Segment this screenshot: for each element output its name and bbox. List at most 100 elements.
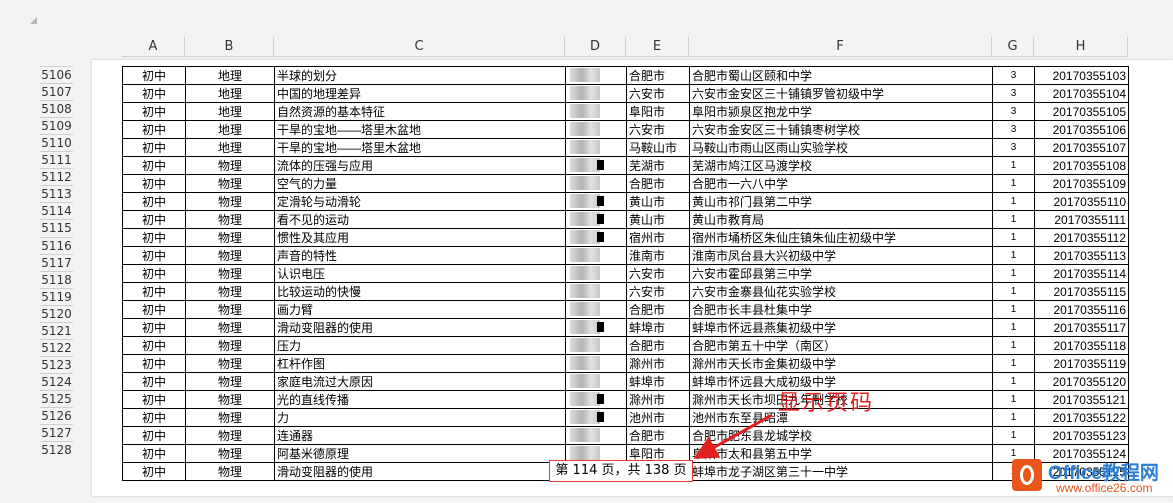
cell-d[interactable]	[565, 120, 627, 139]
cell-d[interactable]	[565, 66, 627, 85]
cell-f[interactable]: 马鞍山市雨山区雨山实验学校	[689, 138, 993, 157]
cell-c[interactable]: 惯性及其应用	[274, 228, 566, 247]
cell-g[interactable]: 1	[992, 408, 1035, 427]
cell-f[interactable]: 六安市金寨县仙花实验学校	[689, 282, 993, 301]
cell-b[interactable]: 物理	[185, 318, 275, 337]
select-all-corner[interactable]	[30, 17, 37, 24]
column-header-c[interactable]: C	[274, 37, 565, 57]
cell-c[interactable]: 力	[274, 408, 566, 427]
cell-c[interactable]: 家庭电流过大原因	[274, 372, 566, 391]
cell-f[interactable]: 合肥市第五十中学（南区）	[689, 336, 993, 355]
row-header[interactable]: 5114	[40, 202, 73, 220]
cell-b[interactable]: 地理	[185, 102, 275, 121]
cell-a[interactable]: 初中	[122, 408, 186, 427]
cell-g[interactable]: 1	[992, 300, 1035, 319]
column-header-h[interactable]: H	[1034, 37, 1128, 57]
cell-b[interactable]: 物理	[185, 300, 275, 319]
cell-f[interactable]: 芜湖市鸠江区马渡学校	[689, 156, 993, 175]
cell-d[interactable]	[565, 84, 627, 103]
row-header[interactable]: 5112	[40, 168, 73, 186]
row-header[interactable]: 5111	[40, 151, 73, 169]
cell-f[interactable]: 合肥市一六八中学	[689, 174, 993, 193]
cell-c[interactable]: 定滑轮与动滑轮	[274, 192, 566, 211]
cell-b[interactable]: 物理	[185, 210, 275, 229]
cell-e[interactable]: 马鞍山市	[626, 138, 690, 157]
cell-c[interactable]: 流体的压强与应用	[274, 156, 566, 175]
cell-a[interactable]: 初中	[122, 336, 186, 355]
cell-b[interactable]: 物理	[185, 354, 275, 373]
cell-a[interactable]: 初中	[122, 84, 186, 103]
cell-b[interactable]: 物理	[185, 426, 275, 445]
row-header[interactable]: 5127	[40, 424, 73, 442]
cell-e[interactable]: 滁州市	[626, 390, 690, 409]
cell-c[interactable]: 光的直线传播	[274, 390, 566, 409]
column-header-e[interactable]: E	[626, 37, 689, 57]
cell-c[interactable]: 压力	[274, 336, 566, 355]
cell-b[interactable]: 物理	[185, 156, 275, 175]
cell-a[interactable]: 初中	[122, 390, 186, 409]
cell-a[interactable]: 初中	[122, 318, 186, 337]
cell-c[interactable]: 连通器	[274, 426, 566, 445]
cell-d[interactable]	[565, 174, 627, 193]
cell-e[interactable]: 六安市	[626, 84, 690, 103]
cell-e[interactable]: 蚌埠市	[626, 372, 690, 391]
cell-f[interactable]: 合肥市长丰县杜集中学	[689, 300, 993, 319]
cell-g[interactable]: 1	[992, 246, 1035, 265]
cell-g[interactable]: 3	[992, 84, 1035, 103]
cell-a[interactable]: 初中	[122, 462, 186, 481]
cell-f[interactable]: 阜阳市颍泉区抱龙中学	[689, 102, 993, 121]
cell-e[interactable]: 宿州市	[626, 228, 690, 247]
row-header[interactable]: 5106	[40, 66, 73, 83]
cell-c[interactable]: 滑动变阻器的使用	[274, 462, 566, 481]
row-header[interactable]: 5108	[40, 100, 73, 118]
cell-a[interactable]: 初中	[122, 300, 186, 319]
cell-a[interactable]: 初中	[122, 66, 186, 85]
cell-a[interactable]: 初中	[122, 228, 186, 247]
cell-g[interactable]: 1	[992, 156, 1035, 175]
cell-b[interactable]: 物理	[185, 444, 275, 463]
row-header[interactable]: 5120	[40, 304, 73, 322]
cell-a[interactable]: 初中	[122, 102, 186, 121]
row-header[interactable]: 5118	[40, 270, 73, 288]
cell-b[interactable]: 物理	[185, 336, 275, 355]
cell-c[interactable]: 中国的地理差异	[274, 84, 566, 103]
cell-d[interactable]	[565, 246, 627, 265]
cell-g[interactable]: 1	[992, 192, 1035, 211]
cell-e[interactable]: 淮南市	[626, 246, 690, 265]
cell-h[interactable]: 20170355104	[1034, 84, 1129, 103]
cell-e[interactable]: 六安市	[626, 264, 690, 283]
cell-e[interactable]: 黄山市	[626, 192, 690, 211]
cell-c[interactable]: 认识电压	[274, 264, 566, 283]
column-header-f[interactable]: F	[689, 37, 992, 57]
row-header[interactable]: 5113	[40, 185, 73, 203]
cell-d[interactable]	[565, 336, 627, 355]
row-header[interactable]: 5122	[40, 338, 73, 356]
cell-d[interactable]	[565, 228, 627, 247]
cell-e[interactable]: 池州市	[626, 408, 690, 427]
cell-a[interactable]: 初中	[122, 282, 186, 301]
cell-f[interactable]: 宿州市埇桥区朱仙庄镇朱仙庄初级中学	[689, 228, 993, 247]
cell-d[interactable]	[565, 318, 627, 337]
cell-d[interactable]	[565, 408, 627, 427]
cell-h[interactable]: 20170355111	[1034, 210, 1129, 229]
column-header-b[interactable]: B	[185, 37, 274, 57]
cell-h[interactable]: 20170355114	[1034, 264, 1129, 283]
cell-e[interactable]: 六安市	[626, 282, 690, 301]
cell-f[interactable]: 滁州市天长市金集初级中学	[689, 354, 993, 373]
cell-d[interactable]	[565, 102, 627, 121]
cell-g[interactable]: 1	[992, 264, 1035, 283]
cell-h[interactable]: 20170355103	[1034, 66, 1129, 85]
cell-a[interactable]: 初中	[122, 192, 186, 211]
cell-g[interactable]: 3	[992, 138, 1035, 157]
cell-f[interactable]: 蚌埠市龙子湖区第三十一中学	[689, 462, 993, 481]
row-header[interactable]: 5109	[40, 117, 73, 135]
cell-e[interactable]: 蚌埠市	[626, 318, 690, 337]
cell-a[interactable]: 初中	[122, 264, 186, 283]
cell-b[interactable]: 物理	[185, 282, 275, 301]
cell-h[interactable]: 20170355121	[1034, 390, 1129, 409]
cell-e[interactable]: 合肥市	[626, 336, 690, 355]
cell-h[interactable]: 20170355113	[1034, 246, 1129, 265]
cell-a[interactable]: 初中	[122, 120, 186, 139]
cell-g[interactable]: 3	[992, 102, 1035, 121]
cell-a[interactable]: 初中	[122, 354, 186, 373]
